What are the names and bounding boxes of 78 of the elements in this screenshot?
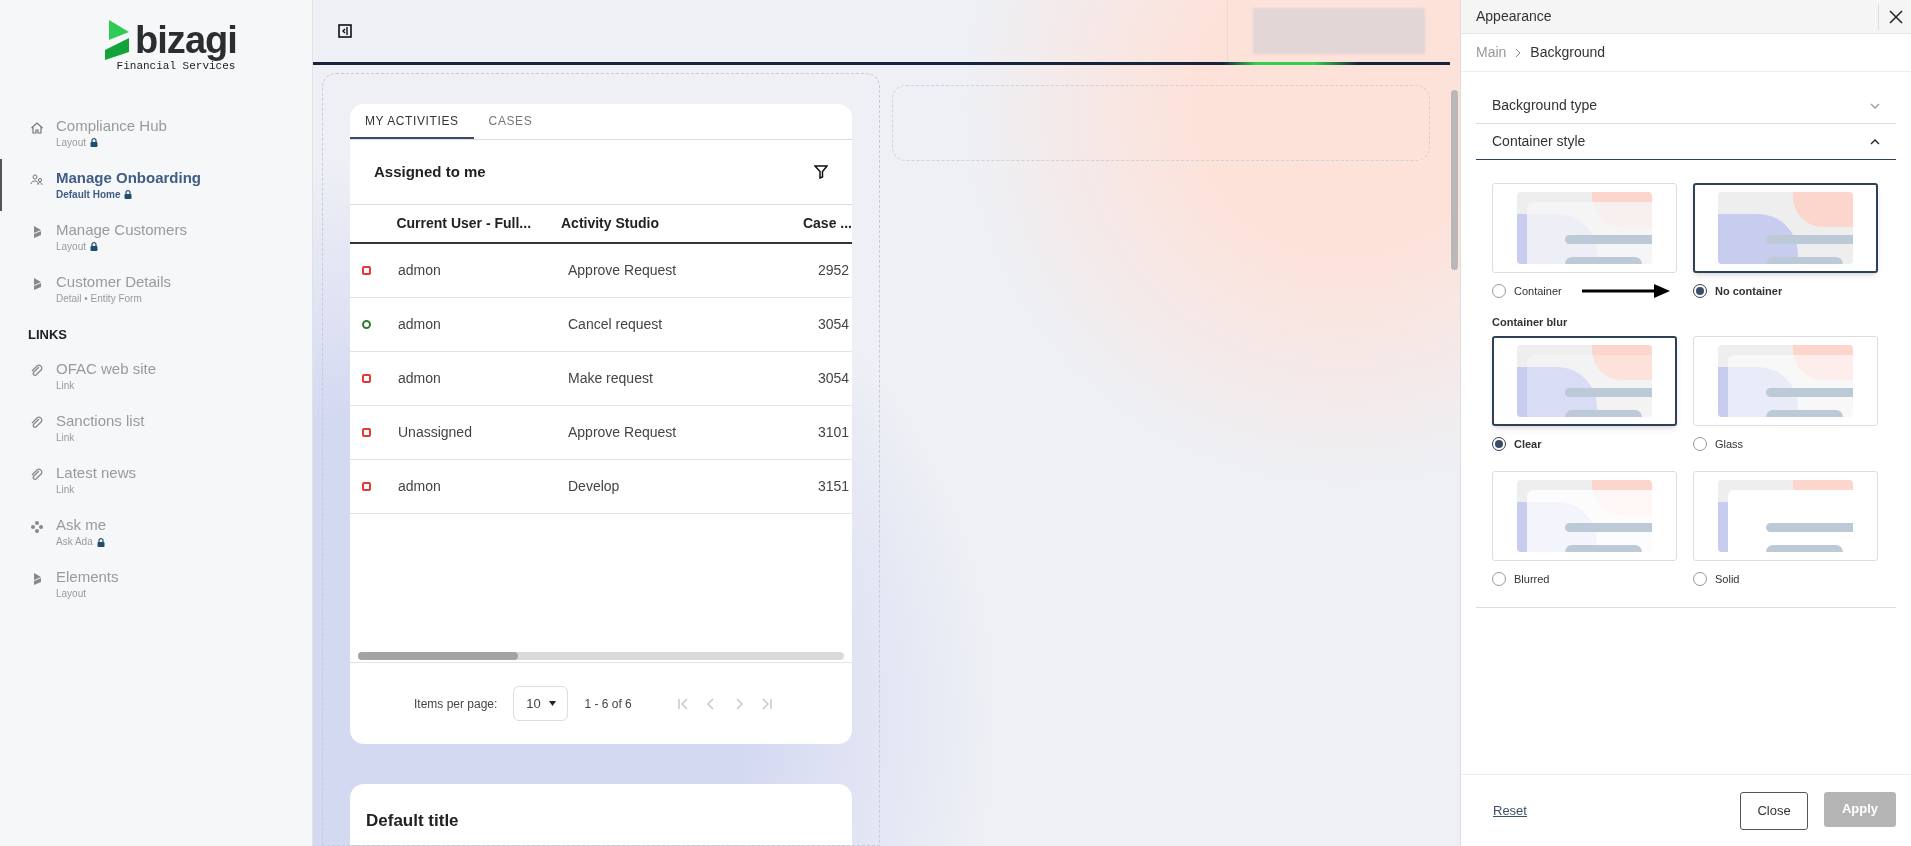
table-cell-text: Approve Request <box>568 423 678 442</box>
table-cell-text: admon <box>398 315 442 334</box>
table-cell-text: Cancel request <box>568 315 664 334</box>
nav-item-subtitle: Detail • Entity Form <box>56 291 142 306</box>
nav-item-subtitle: Link <box>56 483 75 497</box>
paperclip-icon <box>30 416 44 430</box>
nav-item-subtitle: Layout <box>56 135 87 150</box>
column-header[interactable]: Current User - Full... <box>396 213 561 234</box>
nav-item-title: Latest news <box>56 463 137 483</box>
nav-item-subtitle: Link <box>56 431 75 445</box>
card-title: Assigned to me <box>374 161 486 182</box>
accordion-header[interactable]: Container style <box>1476 124 1896 160</box>
nav-item-title: Manage Onboarding <box>56 167 201 188</box>
section-label: Container blur <box>1492 314 1569 330</box>
horizontal-scrollbar[interactable] <box>358 652 844 660</box>
nav-item-subtitle: Default Home <box>56 187 121 202</box>
vertical-scrollbar[interactable] <box>1451 90 1458 270</box>
scrollbar-thumb[interactable] <box>358 652 519 660</box>
table-cell-text: 3054 <box>818 369 850 388</box>
table-cell-text: 3101 <box>818 423 850 442</box>
table-cell-text: Make request <box>568 369 654 388</box>
style-preview[interactable] <box>1693 183 1878 273</box>
page-range: 1 - 6 of 6 <box>584 695 632 713</box>
first-page-icon[interactable] <box>675 696 690 711</box>
column-header[interactable]: Case ... <box>802 213 852 234</box>
accordion-header[interactable]: Background type <box>1476 88 1896 124</box>
table-cell-text: Approve Request <box>568 261 678 280</box>
nav-item-title: Sanctions list <box>56 411 145 431</box>
logo-icon <box>105 20 131 60</box>
tab[interactable]: MY ACTIVITIES <box>350 104 474 139</box>
nav-item-subtitle: Layout <box>56 239 87 254</box>
tab[interactable]: CASES <box>473 104 548 139</box>
chevron-up-icon <box>1870 138 1880 145</box>
radio-label[interactable]: Glass <box>1715 436 1744 453</box>
radio-label[interactable]: No container <box>1715 283 1783 300</box>
nav-item-subtitle: Link <box>56 379 75 393</box>
breadcrumb-item: Background <box>1530 43 1606 62</box>
radio-label[interactable]: Container <box>1514 283 1562 300</box>
home-icon <box>30 120 44 135</box>
close-button[interactable]: Close <box>1740 791 1808 830</box>
radio-label[interactable]: Solid <box>1715 570 1740 587</box>
nav-item-title: Customer Details <box>56 271 172 292</box>
radio-label[interactable]: Clear <box>1514 436 1542 453</box>
nav-item-subtitle: Ask Ada <box>56 535 93 549</box>
nav-item-subtitle: Layout <box>56 587 87 601</box>
sidebar-toggle-icon[interactable] <box>338 24 352 38</box>
table-cell-text: 3054 <box>818 315 850 334</box>
column-header[interactable]: Activity Studio <box>561 213 803 234</box>
nav-item-title: Ask me <box>56 515 106 535</box>
chevron-right-icon <box>1514 47 1523 58</box>
paperclip-icon <box>30 468 44 482</box>
section-heading: LINKS <box>27 325 68 344</box>
table-cell-text: admon <box>398 261 442 280</box>
filter-icon[interactable] <box>814 165 828 179</box>
card-title: Default title <box>366 811 459 830</box>
table-cell-text: 2952 <box>818 261 850 280</box>
arrow-icon <box>1581 283 1672 300</box>
table-cell-text: 3151 <box>818 477 850 496</box>
users-icon <box>30 172 44 187</box>
caret-icon <box>548 701 556 706</box>
reset-link[interactable]: Reset <box>1493 800 1527 821</box>
page-size-select[interactable]: 10 <box>513 686 569 721</box>
table-cell-text: admon <box>398 369 442 388</box>
nav-item-title: OFAC web site <box>56 359 157 379</box>
table-cell-text: Unassigned <box>398 423 473 442</box>
nav-item-title: Elements <box>56 567 119 587</box>
logo-subtitle: Financial Services <box>116 60 236 74</box>
chevron-down-icon <box>1870 102 1880 109</box>
items-per-page-label: Items per page: <box>414 695 498 713</box>
table-cell-text: Develop <box>568 477 621 496</box>
style-preview[interactable] <box>1492 336 1677 426</box>
radio-label[interactable]: Blurred <box>1514 570 1550 587</box>
nav-item-title: Manage Customers <box>56 219 187 240</box>
table-cell-text: admon <box>398 477 442 496</box>
logo-wordmark: bizagi <box>135 21 237 59</box>
panel-title: Appearance <box>1476 7 1552 26</box>
nav-item-title: Compliance Hub <box>56 115 167 136</box>
paperclip-icon <box>30 364 44 378</box>
